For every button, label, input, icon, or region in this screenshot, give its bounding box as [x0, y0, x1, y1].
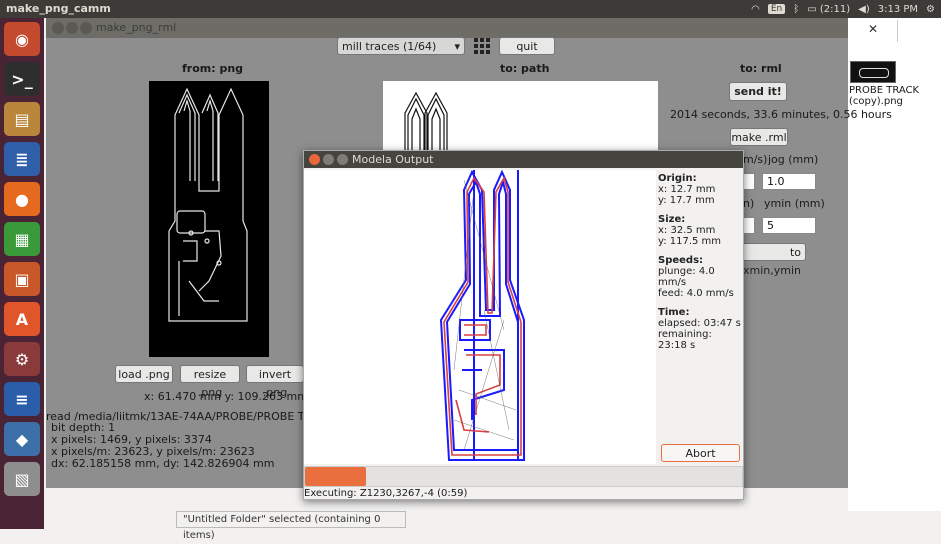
clock[interactable]: 3:13 PM: [878, 4, 918, 15]
python-icon[interactable]: ◆: [4, 422, 40, 456]
divider: [897, 20, 898, 42]
info-panel: Origin: x: 12.7 mm y: 17.7 mm Size: x: 3…: [658, 171, 742, 463]
xmin-field[interactable]: [743, 217, 755, 234]
software-center-icon[interactable]: A: [4, 302, 40, 336]
files-icon[interactable]: ▤: [4, 102, 40, 136]
modela-output-dialog: Modela Output Origin: x: 12.7 mm y: 17.7…: [303, 150, 744, 500]
launcher: ◉ >_ ▤ ≣ ● ▦ ▣ A ⚙ ≡ ◆ ▧: [0, 18, 44, 529]
firefox-icon[interactable]: ●: [4, 182, 40, 216]
window-title: make_png_rml: [96, 21, 177, 34]
writer-icon[interactable]: ≣: [4, 142, 40, 176]
size-y: y: 117.5 mm: [658, 236, 722, 247]
chevron-down-icon: ▾: [454, 40, 460, 53]
close-dialog-icon[interactable]: [309, 154, 320, 165]
png-preview: [149, 81, 269, 357]
ubuntu-home-icon[interactable]: ◉: [4, 22, 40, 56]
volume-icon[interactable]: ◀): [858, 4, 870, 15]
file-thumbnail[interactable]: [850, 61, 896, 83]
origin-y: y: 17.7 mm: [658, 195, 715, 206]
terminal-icon[interactable]: >_: [4, 62, 40, 96]
quit-button[interactable]: quit: [499, 37, 555, 55]
battery-indicator[interactable]: ▭ (2:11): [807, 4, 850, 15]
gear-icon[interactable]: ⚙: [926, 4, 935, 15]
abort-button[interactable]: Abort: [661, 444, 740, 462]
grid-icon[interactable]: [473, 37, 491, 55]
move-to-origin-button[interactable]: to xmin,ymin: [738, 243, 806, 277]
invert-png-button[interactable]: invert .png: [246, 365, 304, 399]
keyboard-indicator[interactable]: En: [767, 4, 786, 14]
mode-select[interactable]: mill traces (1/64) ▾: [337, 37, 465, 55]
battery-text: (2:11): [819, 3, 851, 15]
origin-x: x: 12.7 mm: [658, 184, 716, 195]
feed-speed: feed: 4.0 mm/s: [658, 288, 734, 299]
impress-icon[interactable]: ▣: [4, 262, 40, 296]
time-heading: Time:: [658, 307, 690, 318]
send-button[interactable]: send it!: [729, 82, 787, 101]
top-panel: make_png_camm ◠ En ᛒ ▭ (2:11) ◀) 3:13 PM…: [0, 0, 941, 18]
mode-select-value: mill traces (1/64): [342, 40, 437, 53]
ymin-field[interactable]: 5: [762, 217, 816, 234]
path-preview: [383, 81, 658, 153]
minimize-window-icon[interactable]: [66, 22, 78, 34]
file-manager-status: "Untitled Folder" selected (containing 0…: [176, 511, 406, 541]
dialog-title: Modela Output: [352, 153, 434, 166]
from-png-heading: from: png: [182, 62, 244, 75]
file-label: PROBE TRACK: [849, 85, 920, 96]
document-icon[interactable]: ≡: [4, 382, 40, 416]
file-label-2: (copy).png: [849, 96, 903, 107]
ymin-label: ymin (mm): [764, 197, 825, 210]
speed-field[interactable]: [743, 173, 755, 190]
speed-label: m/s): [743, 153, 768, 166]
origin-heading: Origin:: [658, 173, 697, 184]
to-rml-heading: to: rml: [740, 62, 782, 75]
progress-fill: [305, 467, 367, 486]
settings-icon[interactable]: ⚙: [4, 342, 40, 376]
file-info-dims: dx: 62.185158 mm, dy: 142.826904 mm: [51, 457, 275, 470]
jog-field[interactable]: 1.0: [762, 173, 816, 190]
close-window-icon[interactable]: [52, 22, 64, 34]
toolpath-canvas: [304, 169, 656, 464]
close-icon[interactable]: ✕: [868, 22, 880, 36]
xmin-label: n): [743, 197, 755, 210]
remaining-time: remaining: 23:18 s: [658, 329, 712, 351]
window-titlebar: make_png_rml: [46, 18, 848, 38]
load-png-button[interactable]: load .png: [115, 365, 173, 383]
time-estimate: 2014 seconds, 33.6 minutes, 0.56 hours: [670, 108, 892, 121]
executing-status: Executing: Z1230,3267,-4 (0:59): [304, 488, 468, 499]
speeds-heading: Speeds:: [658, 255, 704, 266]
image-viewer-icon[interactable]: ▧: [4, 462, 40, 496]
size-x: x: 32.5 mm: [658, 225, 716, 236]
make-rml-button[interactable]: make .rml: [730, 128, 788, 146]
maximize-window-icon[interactable]: [80, 22, 92, 34]
calc-icon[interactable]: ▦: [4, 222, 40, 256]
wifi-icon[interactable]: ◠: [751, 4, 760, 15]
maximize-dialog-icon[interactable]: [337, 154, 348, 165]
to-path-heading: to: path: [500, 62, 550, 75]
resize-png-button[interactable]: resize .png: [180, 365, 240, 399]
minimize-dialog-icon[interactable]: [323, 154, 334, 165]
system-tray: ◠ En ᛒ ▭ (2:11) ◀) 3:13 PM ⚙: [751, 0, 941, 18]
bluetooth-icon[interactable]: ᛒ: [793, 4, 799, 15]
size-heading: Size:: [658, 214, 686, 225]
size-readout: x: 61.470 mm y: 109.263 mm: [144, 390, 308, 403]
elapsed-time: elapsed: 03:47 s: [658, 318, 741, 329]
active-app-title: make_png_camm: [6, 2, 111, 15]
dialog-titlebar: Modela Output: [304, 151, 743, 168]
jog-label: jog (mm): [768, 153, 819, 166]
plunge-speed: plunge: 4.0 mm/s: [658, 266, 715, 288]
progress-bar: [304, 466, 743, 487]
